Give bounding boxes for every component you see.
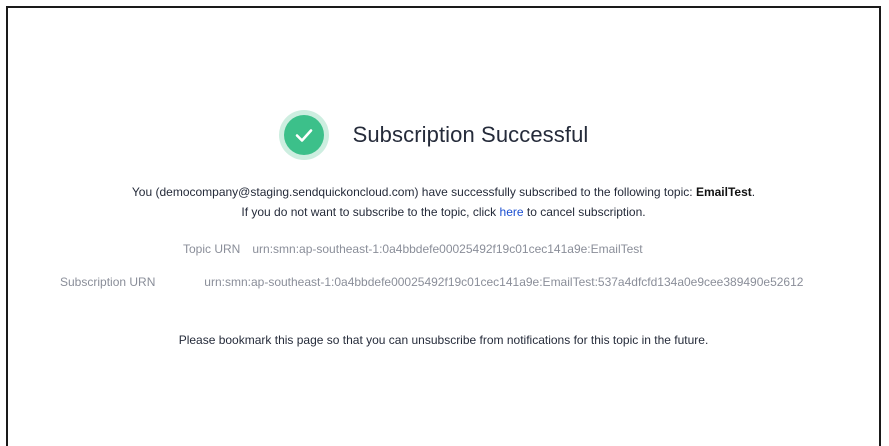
success-message-text: You (democompany@staging.sendquickonclou… — [131, 185, 696, 199]
subscription-urn-value: urn:smn:ap-southeast-1:0a4bbdefe00025492… — [204, 275, 804, 289]
subscription-urn-row: Subscription URN urn:smn:ap-southeast-1:… — [60, 274, 836, 291]
cancel-message: If you do not want to subscribe to the t… — [8, 205, 879, 219]
topic-urn-row: Topic URN urn:smn:ap-southeast-1:0a4bbde… — [183, 241, 643, 258]
topic-name: EmailTest — [695, 185, 752, 199]
cancel-message-text: If you do not want to subscribe to the t… — [241, 205, 500, 219]
subscription-urn-label: Subscription URN — [60, 275, 156, 289]
success-message-end: . — [751, 185, 756, 199]
success-message: You (democompany@staging.sendquickonclou… — [8, 185, 879, 199]
check-circle-icon — [278, 110, 329, 160]
status-header: Subscription Successful — [8, 110, 879, 160]
page-frame: Subscription Successful You (democompany… — [6, 6, 881, 446]
cancel-message-end: to cancel subscription. — [523, 205, 646, 219]
page-title: Subscription Successful — [352, 122, 589, 147]
topic-urn-value: urn:smn:ap-southeast-1:0a4bbdefe00025492… — [252, 242, 643, 256]
bookmark-note: Please bookmark this page so that you ca… — [178, 333, 709, 347]
topic-urn-label: Topic URN — [183, 242, 241, 256]
cancel-subscription-link[interactable]: here — [500, 205, 524, 219]
